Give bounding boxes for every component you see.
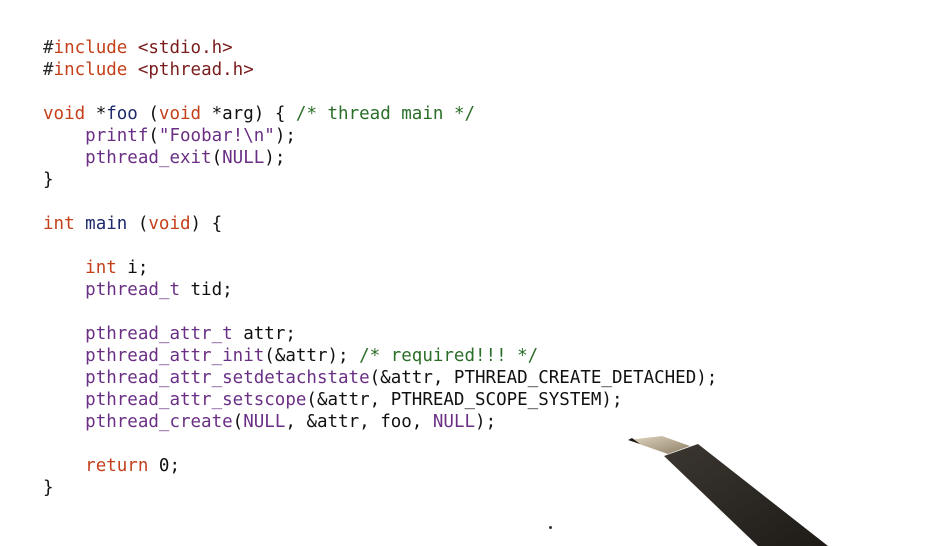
code-token: <pthread.h> bbox=[137, 60, 254, 80]
code-line: void *foo (void *arg) { /* thread main *… bbox=[43, 103, 717, 125]
code-line: } bbox=[43, 477, 717, 499]
code-token: pthread_attr_init bbox=[85, 346, 265, 366]
code-token: void bbox=[148, 214, 191, 234]
code-token: void bbox=[158, 104, 202, 124]
code-token: main bbox=[85, 214, 128, 234]
code-line: return 0; bbox=[43, 455, 717, 477]
code-token: ( bbox=[127, 214, 149, 234]
code-token: include bbox=[53, 60, 128, 80]
code-token: int bbox=[43, 214, 75, 234]
code-token: include bbox=[53, 38, 128, 58]
code-token: (&attr, PTHREAD_CREATE_DETACHED); bbox=[369, 368, 718, 388]
code-token: /* thread main */ bbox=[295, 104, 476, 124]
code-line: pthread_create(NULL, &attr, foo, NULL); bbox=[43, 411, 717, 433]
code-line: } bbox=[43, 169, 717, 191]
code-line: pthread_attr_t attr; bbox=[43, 323, 717, 345]
code-token: "Foobar!\n" bbox=[158, 126, 275, 146]
code-token: } bbox=[43, 170, 54, 190]
code-token: ); bbox=[475, 412, 497, 432]
code-token: pthread_attr_setscope bbox=[85, 390, 307, 410]
code-token: <stdio.h> bbox=[137, 38, 233, 58]
code-token: ) { bbox=[190, 214, 223, 234]
code-token: ( bbox=[211, 148, 223, 168]
code-token: ( bbox=[137, 104, 159, 124]
code-token: ( bbox=[148, 126, 159, 146]
code-token: i; bbox=[116, 258, 149, 278]
code-token: # bbox=[43, 60, 54, 80]
code-token: *arg) { bbox=[201, 104, 296, 124]
code-token: NULL bbox=[432, 412, 476, 432]
code-token: return bbox=[85, 456, 149, 476]
code-token: ); bbox=[274, 126, 296, 146]
code-token: (&attr, PTHREAD_SCOPE_SYSTEM); bbox=[306, 390, 623, 410]
code-token: /* required!!! */ bbox=[359, 346, 539, 366]
code-token: printf bbox=[85, 126, 149, 146]
code-token: foo bbox=[106, 104, 138, 124]
code-token: 0; bbox=[148, 456, 180, 476]
code-token: (&attr); bbox=[264, 346, 360, 366]
code-line: int main (void) { bbox=[43, 213, 717, 235]
code-line: #include <pthread.h> bbox=[43, 59, 717, 81]
code-token: void bbox=[43, 104, 86, 124]
code-token: NULL bbox=[222, 148, 265, 168]
code-line: pthread_attr_setscope(&attr, PTHREAD_SCO… bbox=[43, 389, 717, 411]
stray-dot bbox=[549, 526, 552, 529]
code-token: , &attr, foo, bbox=[285, 412, 433, 432]
code-token: tid; bbox=[179, 280, 233, 300]
code-listing: #include <stdio.h> #include <pthread.h> v… bbox=[43, 37, 717, 499]
code-token: pthread_exit bbox=[85, 148, 212, 168]
code-token: int bbox=[85, 258, 117, 278]
code-token: * bbox=[85, 104, 107, 124]
code-line: printf("Foobar!\n"); bbox=[43, 125, 717, 147]
code-token: ( bbox=[232, 412, 244, 432]
code-line: pthread_attr_setdetachstate(&attr, PTHRE… bbox=[43, 367, 717, 389]
pen-icon bbox=[628, 436, 828, 546]
code-line: pthread_exit(NULL); bbox=[43, 147, 717, 169]
code-token: NULL bbox=[243, 412, 286, 432]
pen-body bbox=[664, 444, 828, 546]
code-token: pthread_attr_setdetachstate bbox=[85, 368, 370, 388]
code-line: pthread_attr_init(&attr); /* required!!!… bbox=[43, 345, 717, 367]
code-line: #include <stdio.h> bbox=[43, 37, 717, 59]
code-token: } bbox=[43, 478, 54, 498]
code-line: pthread_t tid; bbox=[43, 279, 717, 301]
code-token: pthread_attr_t bbox=[85, 324, 233, 344]
code-line: int i; bbox=[43, 257, 717, 279]
code-token: attr; bbox=[232, 324, 296, 344]
code-token: pthread_t bbox=[85, 280, 180, 300]
code-token: ); bbox=[264, 148, 286, 168]
code-token: pthread_create bbox=[85, 412, 233, 432]
code-token: # bbox=[43, 38, 54, 58]
